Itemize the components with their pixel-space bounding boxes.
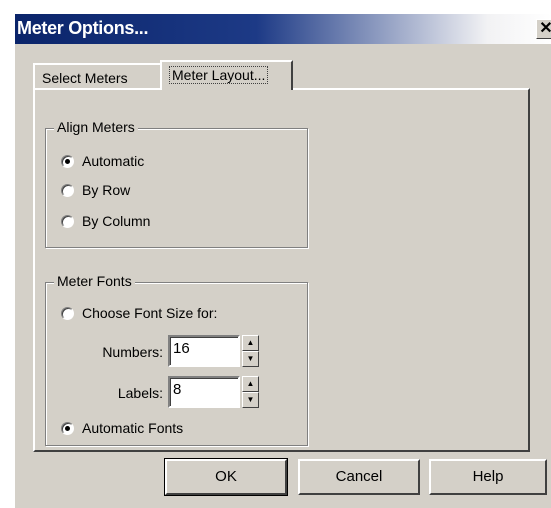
help-button[interactable]: Help [429,459,547,495]
automatic-fonts-option[interactable]: Automatic Fonts [61,420,183,436]
radio-automatic[interactable] [61,154,74,168]
meter-fonts-legend: Meter Fonts [54,273,135,289]
labels-spin-down-button[interactable]: ▼ [242,392,259,408]
cancel-button[interactable]: Cancel [298,459,420,495]
spin-up-icon: ▲ [246,338,255,347]
spin-up-icon: ▲ [246,379,255,388]
align-by-column-label: By Column [82,213,151,229]
radio-by-row[interactable] [61,183,74,197]
align-meters-group: Align Meters Automatic By Row By Column [45,119,308,248]
title-bar[interactable]: Meter Options... ✕ [15,14,551,44]
dialog-title: Meter Options... [17,18,149,38]
radio-choose-font-size[interactable] [61,306,74,320]
tab-select-meters[interactable]: Select Meters [33,63,162,90]
align-by-column-option[interactable]: By Column [61,213,150,229]
tab-label: Select Meters [42,70,128,86]
spin-down-icon: ▼ [246,354,255,363]
align-automatic-option[interactable]: Automatic [61,153,144,169]
numbers-spin-down-button[interactable]: ▼ [242,351,259,367]
labels-label: Labels: [117,385,163,401]
numbers-input[interactable]: 16 [168,335,240,367]
labels-input[interactable]: 8 [168,376,240,408]
numbers-spinner[interactable]: ▲ ▼ [242,335,259,367]
tab-meter-layout[interactable]: Meter Layout... [160,60,293,90]
labels-spinner[interactable]: ▲ ▼ [242,376,259,408]
numbers-spin-up-button[interactable]: ▲ [242,335,259,351]
tab-label: Meter Layout... [169,66,269,84]
align-automatic-label: Automatic [82,153,145,169]
labels-spin-up-button[interactable]: ▲ [242,376,259,392]
numbers-label: Numbers: [102,344,163,360]
meter-options-dialog: Meter Options... ✕ Select Meters Meter L… [14,14,551,508]
radio-automatic-fonts[interactable] [61,421,74,435]
automatic-fonts-label: Automatic Fonts [82,420,184,436]
align-meters-legend: Align Meters [54,119,138,135]
close-icon: ✕ [539,20,551,37]
close-button[interactable]: ✕ [536,19,551,39]
meter-layout-panel: Align Meters Automatic By Row By Column … [33,88,530,452]
radio-by-column[interactable] [61,214,74,228]
ok-button[interactable]: OK [164,458,288,496]
choose-font-size-label: Choose Font Size for: [82,305,218,321]
choose-font-size-option[interactable]: Choose Font Size for: [61,305,217,321]
spin-down-icon: ▼ [246,395,255,404]
align-by-row-label: By Row [82,182,131,198]
align-by-row-option[interactable]: By Row [61,182,130,198]
meter-fonts-group: Meter Fonts Choose Font Size for: Number… [45,273,308,446]
